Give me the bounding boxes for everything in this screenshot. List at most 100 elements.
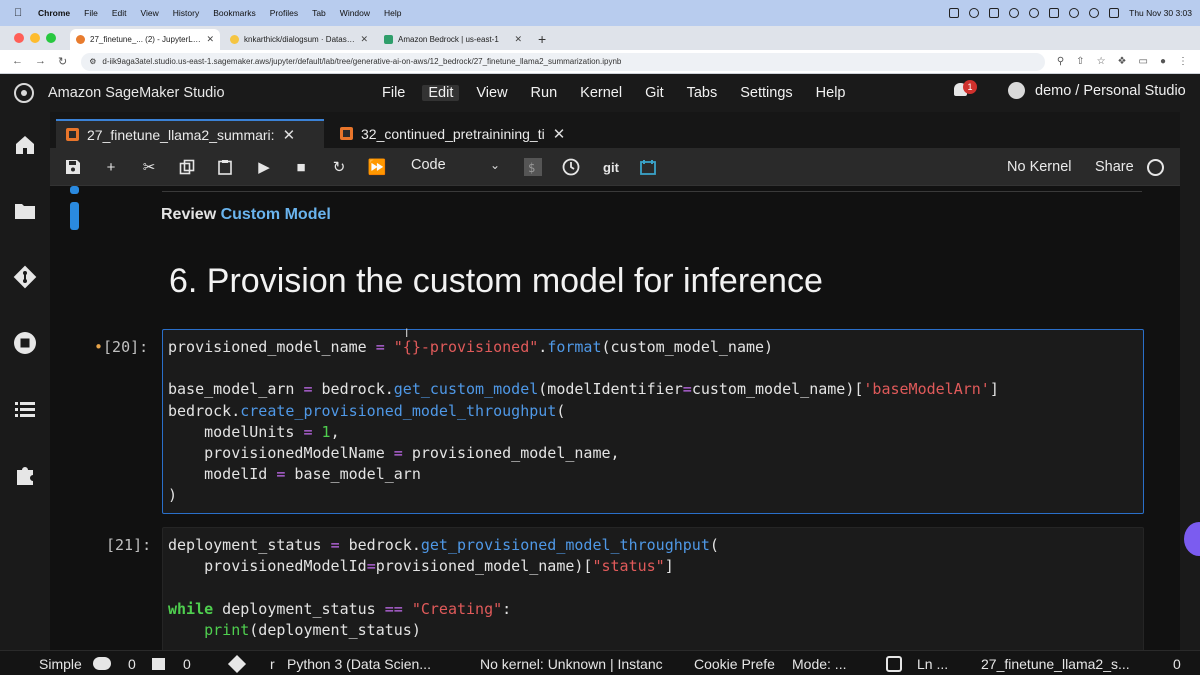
code-cell-21[interactable]: deployment_status = bedrock.get_provisio… xyxy=(162,527,1144,650)
git-diff-button[interactable]: git xyxy=(597,157,625,177)
menu-settings[interactable]: Settings xyxy=(740,85,792,101)
menu-tabs[interactable]: Tabs xyxy=(687,85,718,101)
vpn-icon[interactable] xyxy=(969,8,980,18)
custom-model-link[interactable]: Custom Model xyxy=(221,206,331,223)
menubar-item[interactable]: Edit xyxy=(112,8,127,18)
close-window-button[interactable] xyxy=(14,33,24,43)
site-info-icon[interactable]: ⚙ xyxy=(89,57,96,66)
extensions-icon[interactable]: ❖ xyxy=(1118,56,1127,67)
notifications-bell-icon[interactable]: 1 xyxy=(954,80,977,99)
close-icon[interactable]: ✕ xyxy=(206,34,214,45)
close-icon[interactable]: ✕ xyxy=(553,125,566,143)
extensions-puzzle-icon[interactable] xyxy=(12,462,38,488)
menu-file[interactable]: File xyxy=(382,85,405,101)
browser-tab-dataset[interactable]: knkarthick/dialogsum · Datasets ✕ xyxy=(224,29,374,50)
shield-icon[interactable] xyxy=(886,656,902,672)
forward-arrow-icon[interactable]: → xyxy=(35,55,46,68)
menubar-clock[interactable]: Thu Nov 30 3:03 xyxy=(1129,8,1192,18)
menubar-item[interactable]: History xyxy=(173,8,199,18)
drive-icon[interactable] xyxy=(989,8,1000,18)
do-not-disturb-icon[interactable] xyxy=(1009,8,1020,18)
notebook-tab-active[interactable]: 27_finetune_llama2_summari: ✕ xyxy=(56,119,324,148)
cursor-position[interactable]: Ln ... xyxy=(917,656,948,672)
menu-help[interactable]: Help xyxy=(816,85,846,101)
back-arrow-icon[interactable]: ← xyxy=(12,55,23,68)
bookmark-star-icon[interactable]: ☆ xyxy=(1097,56,1106,67)
chevron-down-icon[interactable]: ⌄ xyxy=(490,158,500,172)
running-terminals-icon[interactable] xyxy=(12,330,38,356)
menubar-item[interactable]: Window xyxy=(340,8,370,18)
zoom-icon[interactable]: ⚲ xyxy=(1057,56,1064,67)
stop-kernel-icon[interactable]: ■ xyxy=(291,157,311,177)
browser-tab-jupyter[interactable]: 27_finetune_... (2) - JupyterLab ✕ xyxy=(70,29,220,50)
share-button[interactable]: Share xyxy=(1095,159,1134,175)
minimize-window-button[interactable] xyxy=(30,33,40,43)
bluetooth-icon[interactable] xyxy=(1029,8,1040,18)
simple-mode-toggle[interactable] xyxy=(93,657,111,670)
notification-count[interactable]: 0 xyxy=(1173,656,1181,672)
menu-git[interactable]: Git xyxy=(645,85,664,101)
new-tab-icon[interactable]: + xyxy=(538,31,546,47)
menubar-item[interactable]: Help xyxy=(384,8,401,18)
share-page-icon[interactable]: ⇧ xyxy=(1076,56,1084,67)
restart-run-all-icon[interactable]: ⏩ xyxy=(367,157,387,177)
git-branch-icon[interactable] xyxy=(227,654,247,674)
kernel-info[interactable]: No kernel: Unknown | Instanc xyxy=(480,656,663,672)
menu-kernel[interactable]: Kernel xyxy=(580,85,622,101)
kernel-status[interactable]: No Kernel xyxy=(1007,159,1071,175)
wifi-icon[interactable] xyxy=(1069,8,1080,18)
add-cell-icon[interactable]: + xyxy=(101,157,121,177)
user-menu[interactable]: demo / Personal Studio xyxy=(1008,82,1186,99)
code-cell-20[interactable]: provisioned_model_name = "{}-provisioned… xyxy=(162,329,1144,514)
notebook-icon xyxy=(340,127,353,140)
menubar-item[interactable]: Bookmarks xyxy=(213,8,256,18)
folder-icon[interactable] xyxy=(12,198,38,224)
clock-icon[interactable] xyxy=(561,157,581,177)
menubar-item[interactable]: Tab xyxy=(312,8,326,18)
code-editor[interactable]: provisioned_model_name = "{}-provisioned… xyxy=(168,337,999,507)
git-branch-name[interactable]: r xyxy=(270,656,275,672)
profile-avatar-icon[interactable]: ● xyxy=(1160,56,1166,67)
close-icon[interactable]: ✕ xyxy=(514,34,522,45)
spotlight-search-icon[interactable] xyxy=(1089,8,1100,18)
menu-view[interactable]: View xyxy=(476,85,507,101)
control-center-icon[interactable] xyxy=(1109,8,1120,18)
menu-edit[interactable]: Edit xyxy=(422,85,460,101)
code-editor[interactable]: deployment_status = bedrock.get_provisio… xyxy=(168,535,719,641)
reload-icon[interactable]: ↻ xyxy=(58,55,67,68)
terminals-icon[interactable] xyxy=(152,658,165,670)
menubar-item[interactable]: Profiles xyxy=(270,8,298,18)
notebook-tab[interactable]: 32_continued_pretrainining_ti ✕ xyxy=(330,119,590,148)
url-field[interactable]: ⚙ d-iik9aga3atel.studio.us-east-1.sagema… xyxy=(81,52,1045,71)
menu-run[interactable]: Run xyxy=(531,85,558,101)
schedule-job-icon[interactable] xyxy=(638,157,658,177)
restart-kernel-icon[interactable]: ↻ xyxy=(329,157,349,177)
table-of-contents-icon[interactable] xyxy=(12,396,38,422)
terminal-icon[interactable]: $ xyxy=(523,157,543,177)
menubar-app-name[interactable]: Chrome xyxy=(38,8,70,18)
browser-tab-bedrock[interactable]: Amazon Bedrock | us-east-1 ✕ xyxy=(378,29,528,50)
cookie-preferences-link[interactable]: Cookie Prefe xyxy=(694,656,775,672)
browser-menu-icon[interactable]: ⋮ xyxy=(1178,56,1188,67)
cell-collapser[interactable] xyxy=(70,202,79,230)
screen-record-icon[interactable] xyxy=(949,8,960,18)
cell-collapser[interactable] xyxy=(70,186,79,194)
menubar-item[interactable]: File xyxy=(84,8,98,18)
paste-icon[interactable] xyxy=(215,157,235,177)
close-icon[interactable]: ✕ xyxy=(283,126,296,144)
side-panel-icon[interactable]: ▭ xyxy=(1139,56,1148,67)
edit-mode-indicator[interactable]: Mode: ... xyxy=(792,656,846,672)
battery-icon[interactable] xyxy=(1049,8,1060,18)
apple-icon[interactable]:  xyxy=(14,7,26,19)
run-cell-icon[interactable]: ▶ xyxy=(254,157,274,177)
kernel-name[interactable]: Python 3 (Data Scien... xyxy=(287,656,431,672)
close-icon[interactable]: ✕ xyxy=(360,34,368,45)
menubar-item[interactable]: View xyxy=(140,8,158,18)
home-icon[interactable] xyxy=(12,132,38,158)
copy-icon[interactable] xyxy=(177,157,197,177)
git-icon[interactable] xyxy=(12,264,38,290)
cell-type-select[interactable]: Code xyxy=(411,157,446,173)
cut-icon[interactable]: ✂ xyxy=(139,157,159,177)
save-icon[interactable] xyxy=(63,157,83,177)
maximize-window-button[interactable] xyxy=(46,33,56,43)
